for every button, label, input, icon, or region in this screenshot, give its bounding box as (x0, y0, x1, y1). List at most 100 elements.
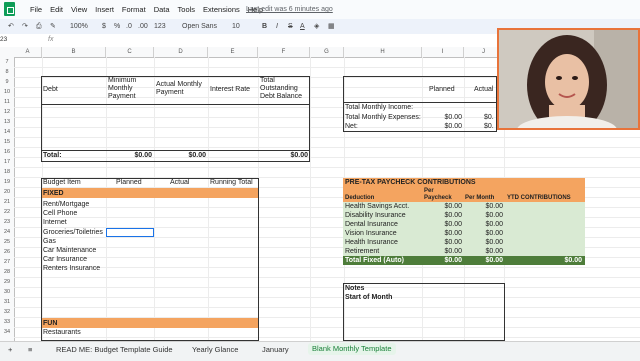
font-size-field[interactable]: 10 (232, 21, 240, 32)
row-header[interactable]: 19 (0, 179, 14, 185)
summary-actual-header: Actual (474, 86, 494, 93)
fixed-item[interactable]: Groceries/Toiletries (43, 229, 103, 237)
fixed-item[interactable]: Renters Insurance (43, 265, 100, 273)
fun-section-bar (42, 318, 258, 328)
add-sheet-icon[interactable]: + (8, 345, 12, 355)
row-header[interactable]: 25 (0, 239, 14, 245)
column-header-a[interactable]: A (14, 47, 42, 57)
pretax-total-pm: $0.00 (485, 257, 503, 264)
increase-decimal-button[interactable]: .00 (138, 21, 148, 32)
decrease-decimal-button[interactable]: .0 (126, 21, 132, 32)
menu-data[interactable]: Data (150, 5, 174, 15)
menu-format[interactable]: Format (118, 5, 150, 15)
row-header[interactable]: 13 (0, 119, 14, 125)
menu-file[interactable]: File (26, 5, 46, 15)
row-header[interactable]: 23 (0, 219, 14, 225)
notes-box[interactable] (343, 283, 505, 341)
column-header-f[interactable]: F (258, 47, 310, 57)
row-header[interactable]: 29 (0, 279, 14, 285)
fixed-item[interactable]: Gas (43, 238, 56, 246)
row-header[interactable]: 28 (0, 269, 14, 275)
column-header-d[interactable]: D (154, 47, 208, 57)
name-box[interactable]: 23 (0, 36, 7, 43)
print-icon[interactable]: ⎙ (36, 21, 42, 32)
fixed-item[interactable]: Internet (43, 219, 67, 227)
row-header[interactable]: 8 (0, 69, 14, 75)
fill-color-icon[interactable]: ◈ (314, 21, 319, 32)
menu-edit[interactable]: Edit (46, 5, 67, 15)
pretax-header-per-paycheck: Per Paycheck (424, 188, 452, 201)
row-header[interactable]: 21 (0, 199, 14, 205)
row-header[interactable]: 15 (0, 139, 14, 145)
currency-button[interactable]: $ (102, 21, 106, 32)
zoom-select[interactable]: 100% (70, 21, 88, 32)
tab-blank-monthly-template[interactable]: Blank Monthly Template (308, 343, 396, 355)
font-select[interactable]: Open Sans (182, 21, 217, 32)
menu-extensions[interactable]: Extensions (199, 5, 244, 15)
column-header-c[interactable]: C (106, 47, 154, 57)
text-color-icon[interactable]: A (300, 21, 305, 32)
row-header[interactable]: 33 (0, 319, 14, 325)
paint-format-icon[interactable]: ✎ (50, 21, 56, 32)
menu-view[interactable]: View (67, 5, 91, 15)
fixed-item[interactable]: Car Insurance (43, 256, 87, 264)
pretax-row-per-month: $0.00 (485, 221, 503, 228)
fixed-item[interactable]: Rent/Mortgage (43, 201, 89, 209)
sheets-logo-icon[interactable] (4, 2, 15, 16)
bold-icon[interactable]: B (262, 21, 267, 32)
menu-tools[interactable]: Tools (174, 5, 200, 15)
row-header[interactable]: 26 (0, 249, 14, 255)
tab-january[interactable]: January (262, 345, 289, 355)
row-header[interactable]: 24 (0, 229, 14, 235)
row-header[interactable]: 11 (0, 99, 14, 105)
row-header[interactable]: 27 (0, 259, 14, 265)
row-header[interactable]: 10 (0, 89, 14, 95)
fx-icon: fx (48, 36, 54, 43)
fixed-item[interactable]: Car Maintenance (43, 247, 96, 255)
row-header[interactable]: 32 (0, 309, 14, 315)
fixed-item[interactable]: Cell Phone (43, 210, 77, 218)
row-header[interactable]: 34 (0, 329, 14, 335)
debt-header-rule (41, 104, 310, 105)
column-header-h[interactable]: H (344, 47, 422, 57)
column-header-b[interactable]: B (42, 47, 106, 57)
column-header-i[interactable]: I (422, 47, 464, 57)
pretax-row-per-paycheck: $0.00 (444, 239, 462, 246)
row-header[interactable]: 30 (0, 289, 14, 295)
all-sheets-icon[interactable]: ≡ (28, 345, 32, 355)
pretax-row-per-paycheck: $0.00 (444, 212, 462, 219)
row-header[interactable]: 18 (0, 169, 14, 175)
row-header[interactable]: 16 (0, 149, 14, 155)
undo-icon[interactable]: ↶ (8, 21, 14, 32)
summary-income-label: Total Monthly Income: (345, 104, 414, 111)
debt-header-actual: Actual Monthly Payment (156, 81, 202, 96)
selected-cell[interactable] (106, 228, 154, 237)
pretax-header-per-month: Per Month (465, 195, 495, 201)
number-format-button[interactable]: 123 (154, 21, 166, 32)
row-header[interactable]: 14 (0, 129, 14, 135)
column-header-e[interactable]: E (208, 47, 258, 57)
debt-total-balance: $0.00 (290, 152, 308, 159)
pretax-row-label: Disability Insurance (345, 212, 406, 219)
tab-read-me[interactable]: READ ME: Budget Template Guide (56, 345, 173, 355)
borders-icon[interactable]: ▦ (328, 21, 335, 32)
row-header[interactable]: 20 (0, 189, 14, 195)
strikethrough-icon[interactable]: S (288, 21, 293, 32)
percent-button[interactable]: % (114, 21, 120, 32)
redo-icon[interactable]: ↷ (22, 21, 28, 32)
summary-planned-header: Planned (429, 86, 455, 93)
row-header[interactable]: 12 (0, 109, 14, 115)
row-header[interactable]: 22 (0, 209, 14, 215)
debt-total-rule (41, 150, 310, 151)
row-header[interactable]: 7 (0, 59, 14, 65)
row-header[interactable]: 31 (0, 299, 14, 305)
row-header[interactable]: 17 (0, 159, 14, 165)
last-edit-link[interactable]: Last edit was 6 minutes ago (246, 5, 333, 15)
italic-icon[interactable]: I (276, 21, 278, 32)
tab-yearly-glance[interactable]: Yearly Glance (192, 345, 238, 355)
column-header-g[interactable]: G (310, 47, 344, 57)
notes-title: Notes (345, 285, 365, 292)
budget-header-running: Running Total (210, 179, 253, 186)
menu-insert[interactable]: Insert (91, 5, 118, 15)
row-header[interactable]: 9 (0, 79, 14, 85)
